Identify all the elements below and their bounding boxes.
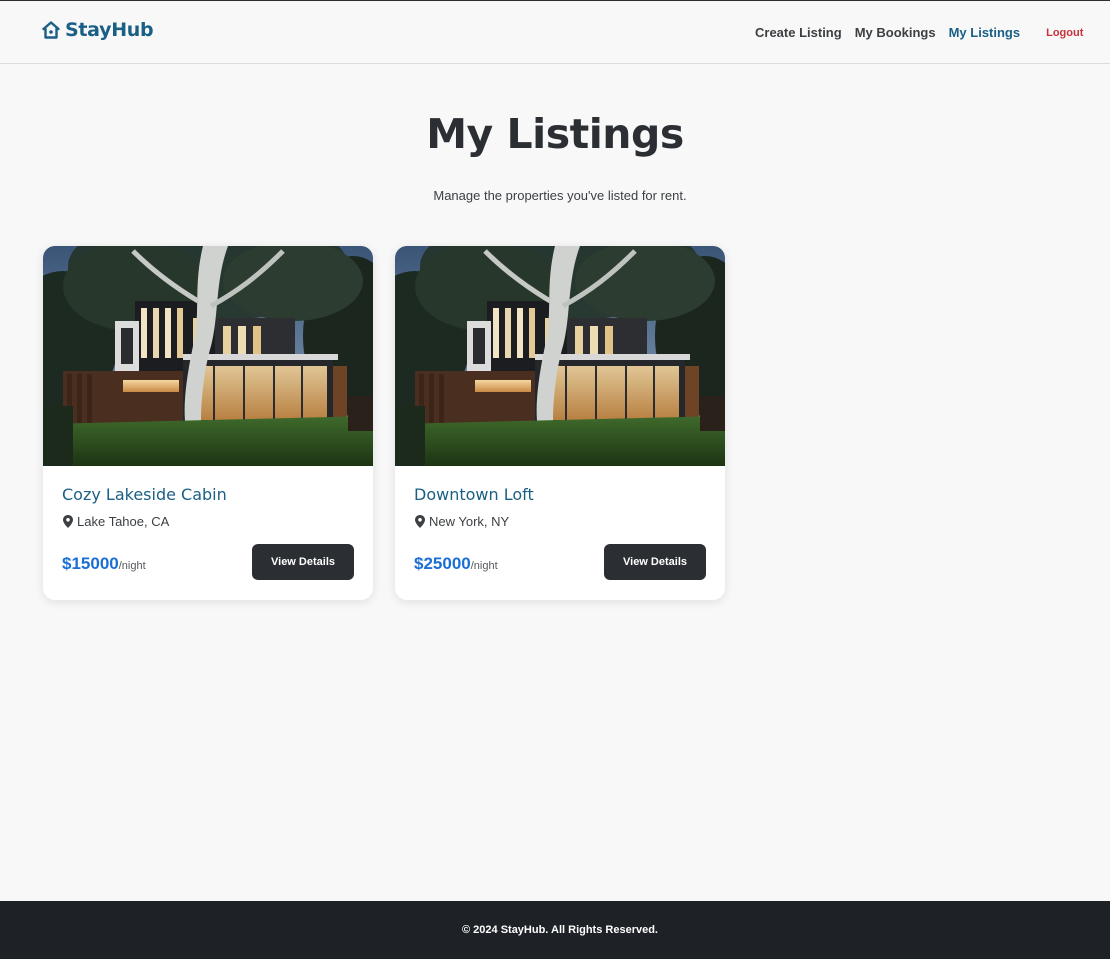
view-details-button[interactable]: View Details — [252, 544, 354, 580]
listing-image — [395, 246, 725, 466]
view-details-button[interactable]: View Details — [604, 544, 706, 580]
brand-logo-link[interactable]: StayHub — [42, 19, 154, 41]
listing-location-text: New York, NY — [429, 514, 510, 529]
price-value: $25000 — [414, 554, 471, 573]
listing-location: Lake Tahoe, CA — [63, 514, 169, 529]
listing-location: New York, NY — [415, 514, 509, 529]
map-pin-icon — [415, 515, 425, 528]
nav-my-bookings[interactable]: My Bookings — [855, 25, 936, 40]
logout-button[interactable]: Logout — [1046, 27, 1083, 39]
listing-location-text: Lake Tahoe, CA — [77, 514, 170, 529]
footer: © 2024 StayHub. All Rights Reserved. — [0, 901, 1110, 959]
listing-card[interactable]: Downtown Loft New York, NY $25000 /night… — [395, 246, 725, 600]
listing-title: Downtown Loft — [414, 485, 534, 504]
listing-image — [43, 246, 373, 466]
nav-my-listings[interactable]: My Listings — [949, 25, 1021, 40]
page-subtitle: Manage the properties you've listed for … — [433, 188, 687, 203]
listing-title: Cozy Lakeside Cabin — [62, 485, 227, 504]
map-pin-icon — [63, 515, 73, 528]
listing-price: $25000 /night — [414, 554, 498, 574]
price-value: $15000 — [62, 554, 119, 573]
nav-create-listing[interactable]: Create Listing — [755, 25, 842, 40]
price-unit: /night — [118, 560, 146, 572]
navbar: StayHub Create Listing My Bookings My Li… — [0, 1, 1110, 64]
footer-copyright: © 2024 StayHub. All Rights Reserved. — [462, 924, 658, 936]
page-title: My Listings — [426, 110, 684, 158]
price-unit: /night — [470, 560, 498, 572]
house-icon — [42, 21, 60, 39]
nav-links: Create Listing My Bookings My Listings L… — [755, 25, 1083, 40]
listing-card[interactable]: Cozy Lakeside Cabin Lake Tahoe, CA $1500… — [43, 246, 373, 600]
brand-name: StayHub — [65, 19, 154, 41]
listing-price: $15000 /night — [62, 554, 146, 574]
